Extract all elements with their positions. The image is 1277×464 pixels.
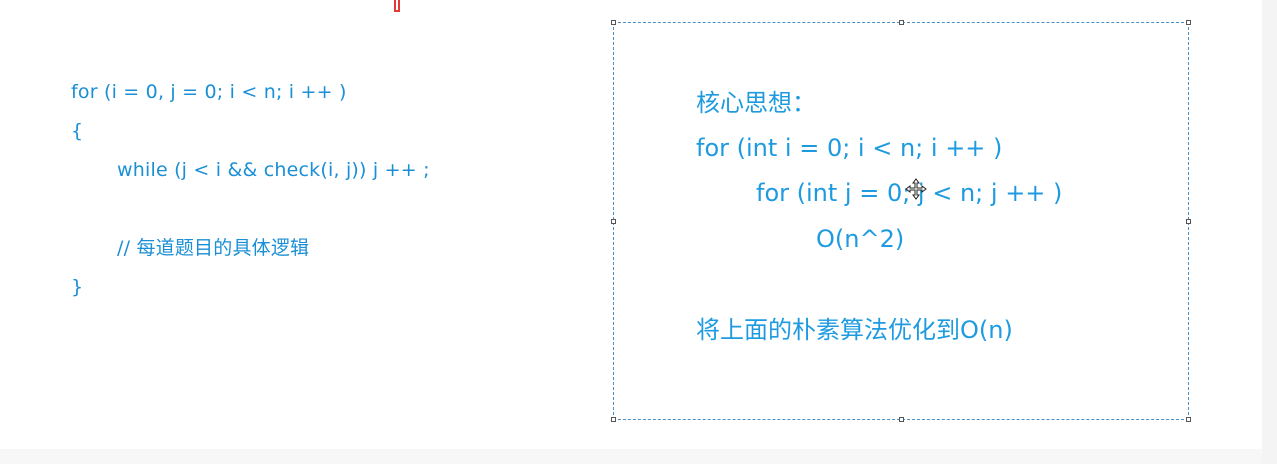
resize-handle-right[interactable] xyxy=(1186,219,1191,224)
code-line-close-brace: } xyxy=(71,276,84,298)
resize-handle-top-left[interactable] xyxy=(611,20,616,25)
code-line-while: while (j < i && check(i, j)) j ++ ; xyxy=(117,159,430,181)
selected-text-box[interactable] xyxy=(611,20,1191,422)
resize-handle-left[interactable] xyxy=(611,219,616,224)
code-line-for: for (i = 0, j = 0; i < n; i ++ ) xyxy=(71,81,347,103)
text-cursor-icon xyxy=(394,0,400,12)
code-line-open-brace: { xyxy=(71,120,84,142)
complexity-label: O(n^2) xyxy=(816,225,905,253)
resize-handle-top[interactable] xyxy=(899,20,904,25)
resize-handle-top-right[interactable] xyxy=(1186,20,1191,25)
scrollbar-track[interactable] xyxy=(1262,0,1277,464)
canvas-bottom-edge xyxy=(0,449,1262,464)
optimization-summary: 将上面的朴素算法优化到O(n) xyxy=(696,316,1013,344)
move-cursor-icon xyxy=(905,178,927,200)
resize-handle-bottom[interactable] xyxy=(899,417,904,422)
core-idea-heading: 核心思想： xyxy=(696,89,816,117)
code-line-comment: // 每道题目的具体逻辑 xyxy=(117,237,310,259)
outer-loop-line: for (int i = 0; i < n; i ++ ) xyxy=(696,134,1003,162)
resize-handle-bottom-left[interactable] xyxy=(611,417,616,422)
resize-handle-bottom-right[interactable] xyxy=(1186,417,1191,422)
